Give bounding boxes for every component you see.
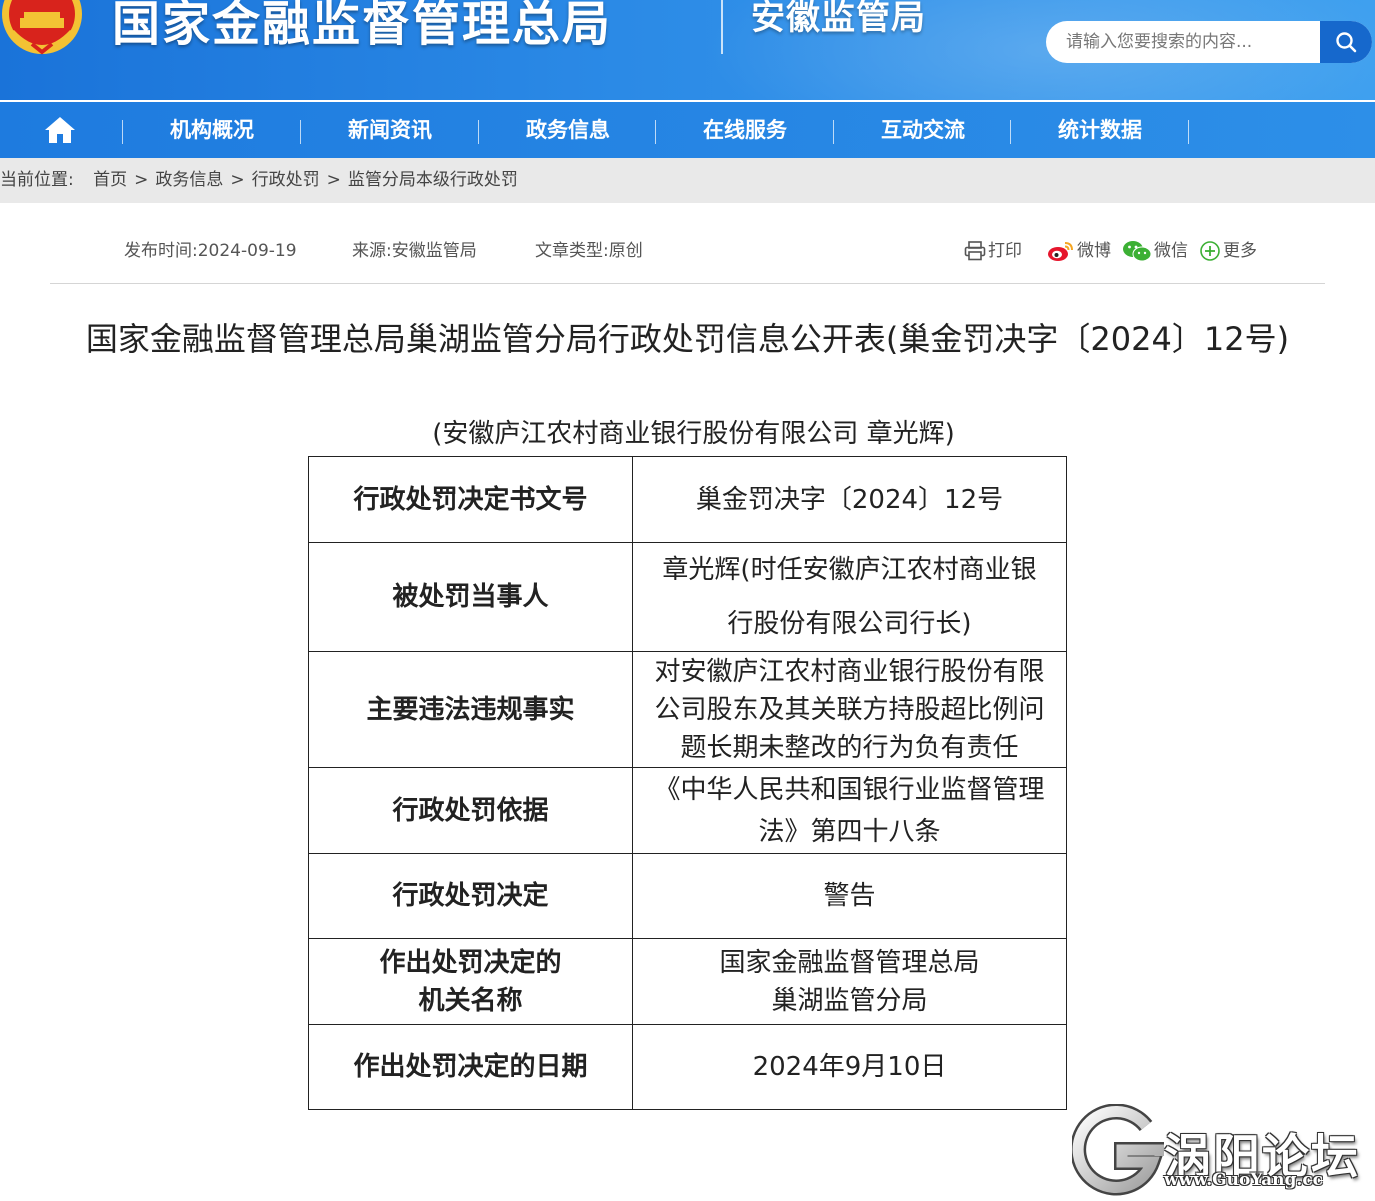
penalty-info-table: 行政处罚决定书文号 巢金罚决字〔2024〕12号 被处罚当事人 章光辉(时任安徽…: [308, 456, 1067, 1110]
print-label: 打印: [988, 241, 1022, 261]
title-divider: [721, 0, 723, 54]
breadcrumb-separator: >: [230, 170, 245, 190]
table-label-cell: 作出处罚决定的日期: [308, 1024, 633, 1110]
row-label: 作出处罚决定的日期: [353, 1052, 588, 1082]
table-label-cell: 作出处罚决定的 机关名称: [308, 938, 633, 1025]
table-label-cell: 被处罚当事人: [308, 542, 633, 652]
table-value-cell: 国家金融监督管理总局 巢湖监管分局: [632, 938, 1067, 1025]
weibo-share-button[interactable]: 微博: [1047, 237, 1111, 265]
sub-title: 安徽监管局: [751, 0, 926, 38]
watermark-url: www.GuoYang.cc: [1164, 1170, 1324, 1190]
more-share-button[interactable]: 更多: [1199, 237, 1257, 265]
table-value-cell: 2024年9月10日: [632, 1024, 1067, 1110]
article-type: 文章类型:原创: [535, 241, 643, 261]
meta-divider: [50, 283, 1325, 284]
breadcrumb-label: 当前位置:: [0, 170, 74, 190]
table-row: 作出处罚决定的 机关名称 国家金融监督管理总局 巢湖监管分局: [308, 938, 1067, 1025]
search-box: [1046, 21, 1372, 63]
table-row: 行政处罚依据 《中华人民共和国银行业监督管理 法》第四十八条: [308, 767, 1067, 854]
breadcrumb-separator: >: [134, 170, 149, 190]
row-value: 《中华人民共和国银行业监督管理: [654, 774, 1045, 805]
breadcrumb-home-link[interactable]: 首页: [93, 158, 127, 203]
table-row: 作出处罚决定的日期 2024年9月10日: [308, 1024, 1067, 1110]
breadcrumb-government-info-link[interactable]: 政务信息: [155, 158, 223, 203]
row-value: 题长期未整改的行为负有责任: [680, 732, 1019, 763]
site-title: 国家金融监督管理总局: [112, 0, 613, 52]
search-icon: [1336, 32, 1357, 53]
row-value: 巢湖监管分局: [771, 985, 928, 1016]
row-label: 被处罚当事人: [392, 582, 549, 612]
wechat-label: 微信: [1154, 241, 1188, 261]
nav-item-news[interactable]: 新闻资讯: [300, 102, 480, 158]
table-value-cell: 对安徽庐江农村商业银行股份有限 公司股东及其关联方持股超比例问 题长期未整改的行…: [632, 651, 1067, 768]
table-row: 主要违法违规事实 对安徽庐江农村商业银行股份有限 公司股东及其关联方持股超比例问…: [308, 651, 1067, 768]
row-value: 2024年9月10日: [752, 1052, 947, 1082]
table-label-cell: 行政处罚决定书文号: [308, 456, 633, 543]
nav-item-institution[interactable]: 机构概况: [122, 102, 302, 158]
table-value-cell: 章光辉(时任安徽庐江农村商业银 行股份有限公司行长): [632, 542, 1067, 652]
table-label-cell: 行政处罚依据: [308, 767, 633, 854]
row-label: 行政处罚决定书文号: [353, 484, 588, 515]
row-label: 行政处罚决定: [392, 881, 549, 911]
article-subject: (安徽庐江农村商业银行股份有限公司 章光辉): [432, 419, 955, 449]
table-label-cell: 主要违法违规事实: [308, 651, 633, 768]
main-nav: 机构概况 新闻资讯 政务信息 在线服务 互动交流 统计数据: [0, 102, 1375, 158]
table-value-cell: 《中华人民共和国银行业监督管理 法》第四十八条: [632, 767, 1067, 854]
nav-item-government-info[interactable]: 政务信息: [478, 102, 658, 158]
table-value-cell: 巢金罚决字〔2024〕12号: [632, 456, 1067, 543]
search-input[interactable]: [1046, 21, 1316, 63]
plus-circle-icon: [1200, 241, 1220, 261]
article-source: 来源:安徽监管局: [352, 241, 477, 261]
breadcrumb-separator: >: [326, 170, 341, 190]
table-value-cell: 警告: [632, 853, 1067, 939]
row-value: 国家金融监督管理总局: [719, 947, 980, 978]
search-button[interactable]: [1320, 21, 1372, 63]
row-label: 机关名称: [418, 985, 523, 1016]
row-value: 对安徽庐江农村商业银行股份有限: [654, 656, 1045, 687]
print-icon: [964, 241, 986, 261]
table-label-cell: 行政处罚决定: [308, 853, 633, 939]
publish-date: 发布时间:2024-09-19: [124, 241, 297, 261]
nav-item-interaction[interactable]: 互动交流: [833, 102, 1013, 158]
weibo-label: 微博: [1077, 241, 1111, 261]
nav-item-statistics[interactable]: 统计数据: [1010, 102, 1190, 158]
table-row: 被处罚当事人 章光辉(时任安徽庐江农村商业银 行股份有限公司行长): [308, 542, 1067, 652]
wechat-icon: [1123, 241, 1152, 262]
national-emblem-icon[interactable]: [0, 0, 90, 62]
row-value: 章光辉(时任安徽庐江农村商业银: [662, 555, 1037, 585]
breadcrumb-current-link[interactable]: 监管分局本级行政处罚: [348, 158, 518, 203]
nav-home-button[interactable]: [42, 114, 78, 146]
nav-item-online-service[interactable]: 在线服务: [655, 102, 835, 158]
breadcrumb-penalty-link[interactable]: 行政处罚: [252, 158, 320, 203]
wechat-share-button[interactable]: 微信: [1122, 237, 1188, 265]
nav-separator: [1188, 120, 1189, 144]
row-value: 行股份有限公司行长): [727, 609, 972, 639]
breadcrumb: 当前位置: 首页 > 政务信息 > 行政处罚 > 监管分局本级行政处罚: [0, 158, 1375, 203]
row-label: 行政处罚依据: [392, 795, 549, 826]
more-label: 更多: [1223, 241, 1257, 261]
row-value: 警告: [823, 881, 876, 911]
weibo-icon: [1048, 242, 1073, 261]
table-row: 行政处罚决定 警告: [308, 853, 1067, 939]
row-value: 巢金罚决字〔2024〕12号: [695, 484, 1004, 515]
forum-watermark: 涡阳论坛 www.GuoYang.cc: [1072, 1104, 1372, 1196]
print-button[interactable]: 打印: [964, 237, 1022, 265]
row-value: 公司股东及其关联方持股超比例问: [654, 694, 1045, 725]
row-label: 作出处罚决定的: [379, 947, 562, 978]
table-row: 行政处罚决定书文号 巢金罚决字〔2024〕12号: [308, 456, 1067, 543]
watermark-logo-icon: [1072, 1104, 1164, 1196]
home-icon: [45, 117, 75, 143]
row-value: 法》第四十八条: [758, 816, 941, 847]
site-header: 国家金融监督管理总局 安徽监管局: [0, 0, 1375, 100]
article-title: 国家金融监督管理总局巢湖监管分局行政处罚信息公开表(巢金罚决字〔2024〕12号…: [85, 320, 1290, 358]
row-label: 主要违法违规事实: [366, 694, 575, 725]
